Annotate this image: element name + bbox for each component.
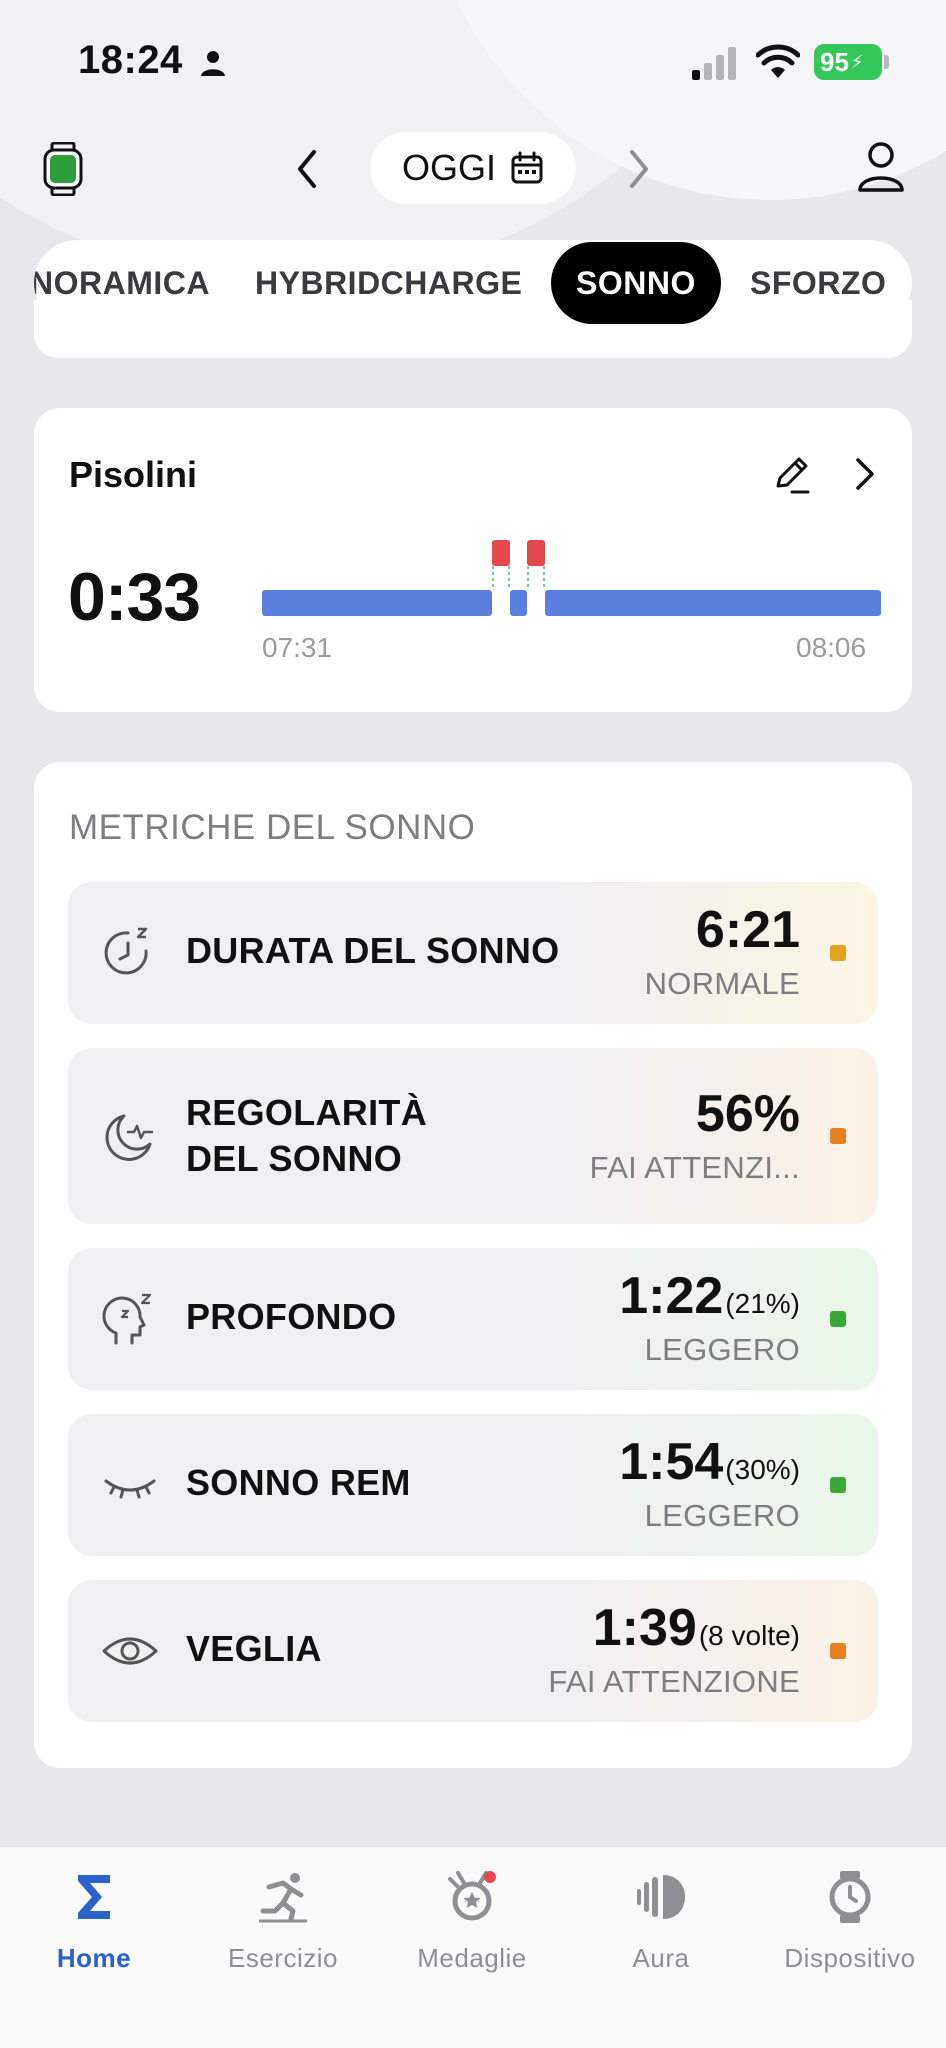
nap-timeline-chart xyxy=(262,540,881,616)
metric-status: LEGGERO xyxy=(644,1498,800,1533)
status-bar: 18:24 95 ⚡ xyxy=(0,0,946,120)
metric-value: 56% xyxy=(696,1084,800,1144)
sleep-metrics-title: METRICHE DEL SONNO xyxy=(69,808,476,847)
nav-dispositivo[interactable]: Dispositivo xyxy=(765,1869,935,1974)
metric-status: LEGGERO xyxy=(644,1332,800,1367)
wifi-icon xyxy=(756,44,800,78)
clock-zz-icon xyxy=(104,927,148,975)
metric-status: FAI ATTENZI... xyxy=(589,1150,800,1185)
metric-label: VEGLIA xyxy=(186,1628,322,1669)
closed-eye-icon xyxy=(104,1479,156,1499)
profile-icon[interactable] xyxy=(856,140,906,194)
nav-label: Medaglie xyxy=(417,1943,527,1973)
tab-panoramica[interactable]: NORAMICA xyxy=(34,240,210,326)
aura-icon xyxy=(637,1875,685,1919)
battery-indicator: 95 ⚡ xyxy=(814,44,882,80)
bottom-navigation: Home Esercizio Medaglie Aura Dispositivo xyxy=(0,1846,946,2048)
metric-value: 1:22(21%) xyxy=(619,1266,800,1326)
metric-row-sleep-duration[interactable]: DURATA DEL SONNO 6:21 NORMALE xyxy=(68,882,878,1024)
screen: 18:24 95 ⚡ OGGI NORAMICA HYBRIDCHARGE SO… xyxy=(0,0,946,2048)
chevron-right-icon[interactable] xyxy=(850,452,880,496)
timeline-segment xyxy=(545,590,881,616)
naps-card[interactable]: Pisolini 0:33 07:31 08:06 xyxy=(34,408,912,712)
tab-sonno[interactable]: SONNO xyxy=(551,242,721,324)
metric-status: NORMALE xyxy=(644,966,800,1001)
medal-icon xyxy=(448,1871,496,1921)
nav-esercizio[interactable]: Esercizio xyxy=(198,1869,368,1974)
metric-label: DURATA DEL SONNO xyxy=(186,930,560,971)
date-selector[interactable]: OGGI xyxy=(370,132,576,204)
metric-value-percent: (30%) xyxy=(725,1454,800,1485)
sigma-icon xyxy=(78,1875,110,1919)
runner-icon xyxy=(259,1873,307,1923)
eye-icon xyxy=(102,1637,158,1665)
sleep-metrics-card: METRICHE DEL SONNO DURATA DEL SONNO 6:21… xyxy=(34,762,912,1768)
next-day-button[interactable] xyxy=(618,144,658,194)
status-dot xyxy=(830,1643,846,1659)
charging-bolt-icon: ⚡ xyxy=(850,51,864,72)
edit-pencil-icon[interactable] xyxy=(770,452,814,496)
timeline-segment xyxy=(510,590,527,616)
metric-status: FAI ATTENZIONE xyxy=(548,1664,800,1699)
metric-value-number: 56% xyxy=(695,1085,800,1143)
awake-segment xyxy=(492,540,510,566)
tab-sforzo[interactable]: SFORZO xyxy=(750,240,886,326)
metric-label-line: DEL SONNO xyxy=(186,1138,403,1179)
naps-title: Pisolini xyxy=(69,454,198,495)
tab-hybridcharge[interactable]: HYBRIDCHARGE xyxy=(255,240,522,326)
metric-row-rem-sleep[interactable]: SONNO REM 1:54(30%) LEGGERO xyxy=(68,1414,878,1556)
nap-end-time: 08:06 xyxy=(796,632,867,663)
metric-label: REGOLARITÀ DEL SONNO xyxy=(186,1090,427,1182)
calendar-icon xyxy=(511,151,543,184)
nav-label: Dispositivo xyxy=(784,1943,916,1973)
nap-timeline-segments xyxy=(262,540,881,616)
previous-day-button[interactable] xyxy=(288,144,328,194)
nav-label: Esercizio xyxy=(228,1943,338,1973)
metric-label: SONNO REM xyxy=(186,1462,411,1503)
metric-value-count: (8 volte) xyxy=(698,1620,800,1651)
status-dot xyxy=(830,1128,846,1144)
person-icon xyxy=(201,51,225,76)
metric-label-line: REGOLARITÀ xyxy=(186,1092,427,1133)
moon-pulse-icon xyxy=(105,1114,154,1161)
watch-icon xyxy=(829,1871,871,1923)
naps-total-duration: 0:33 xyxy=(68,559,201,635)
section-tabs: NORAMICA HYBRIDCHARGE SONNO SFORZO xyxy=(34,240,912,326)
metric-value: 6:21 xyxy=(696,900,800,960)
head-zz-icon xyxy=(102,1293,152,1345)
awake-segment xyxy=(527,540,545,566)
nav-label: Aura xyxy=(632,1943,690,1973)
metric-value-number: 1:54 xyxy=(619,1433,724,1491)
metric-label: PROFONDO xyxy=(186,1296,397,1337)
metric-row-sleep-regularity[interactable]: REGOLARITÀ DEL SONNO 56% FAI ATTENZI... xyxy=(68,1048,878,1224)
metric-value-number: 1:39 xyxy=(592,1599,697,1657)
battery-cap xyxy=(884,55,889,69)
nav-medaglie[interactable]: Medaglie xyxy=(387,1869,557,1974)
metric-row-deep-sleep[interactable]: PROFONDO 1:22(21%) LEGGERO xyxy=(68,1248,878,1390)
nav-home[interactable]: Home xyxy=(9,1869,179,1974)
metric-value-percent: (21%) xyxy=(725,1288,800,1319)
status-dot xyxy=(830,945,846,961)
date-label: OGGI xyxy=(401,147,496,188)
status-time: 18:24 xyxy=(78,38,183,82)
battery-level: 95 xyxy=(820,46,849,77)
nav-label: Home xyxy=(56,1943,132,1973)
metric-value: 1:39(8 volte) xyxy=(593,1598,800,1658)
metric-value-number: 6:21 xyxy=(695,901,800,959)
nav-aura[interactable]: Aura xyxy=(576,1869,746,1974)
metric-row-awake[interactable]: VEGLIA 1:39(8 volte) FAI ATTENZIONE xyxy=(68,1580,878,1722)
status-dot xyxy=(830,1311,846,1327)
status-dot xyxy=(830,1477,846,1493)
timeline-segment xyxy=(262,590,492,616)
cellular-signal-icon xyxy=(692,47,736,80)
nap-start-time: 07:31 xyxy=(262,632,333,663)
device-watch-icon[interactable] xyxy=(42,142,84,196)
metric-value-number: 1:22 xyxy=(619,1267,724,1325)
metric-value: 1:54(30%) xyxy=(619,1432,800,1492)
